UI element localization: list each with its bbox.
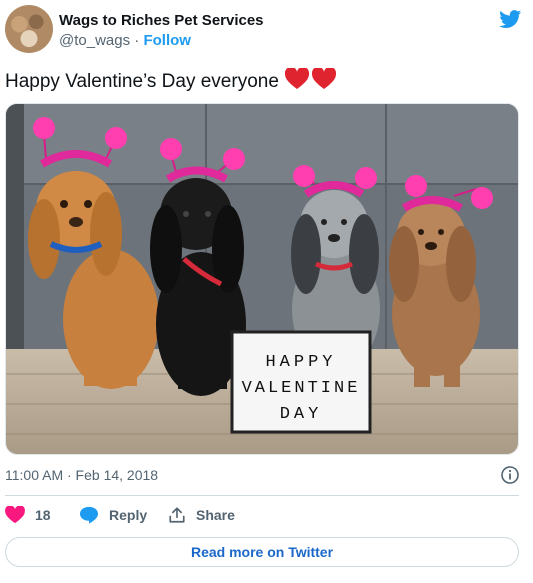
divider [5, 495, 519, 496]
author-handle-line: @to_wags · Follow [59, 32, 191, 49]
reply-label: Reply [109, 507, 148, 523]
author-avatar[interactable] [5, 5, 53, 53]
info-icon[interactable] [500, 465, 520, 485]
red-heart-emoji-icon [284, 68, 336, 89]
sign-line-1: HAPPY [265, 353, 336, 372]
twitter-bird-icon[interactable] [498, 8, 523, 30]
sign-line-2: VALENTINE [242, 379, 361, 398]
share-label: Share [196, 507, 235, 523]
follow-link[interactable]: Follow [143, 32, 191, 49]
like-count: 18 [35, 507, 51, 523]
share-button[interactable]: Share [168, 506, 235, 524]
reply-button[interactable]: Reply [79, 506, 147, 524]
tweet-header: Wags to Riches Pet Services @to_wags · F… [5, 5, 523, 55]
sign-line-3: DAY [280, 405, 323, 424]
share-icon [169, 507, 185, 523]
like-button[interactable]: 18 [5, 506, 51, 524]
happy-valentine-lightbox-sign: HAPPY VALENTINE DAY [230, 330, 372, 434]
reply-bubble-icon [80, 506, 98, 524]
heart-icon [5, 506, 25, 524]
tweet-timestamp[interactable]: 11:00 AM · Feb 14, 2018 [5, 467, 158, 483]
tweet-photo[interactable]: HAPPY VALENTINE DAY [5, 103, 519, 455]
tweet-text: Happy Valentine’s Day everyone [5, 71, 279, 92]
handle-separator: · [130, 32, 144, 49]
author-handle[interactable]: @to_wags [59, 32, 130, 49]
read-more-button[interactable]: Read more on Twitter [5, 537, 519, 567]
tweet-text-line: Happy Valentine’s Day everyone [5, 68, 337, 94]
author-name[interactable]: Wags to Riches Pet Services [59, 12, 264, 29]
